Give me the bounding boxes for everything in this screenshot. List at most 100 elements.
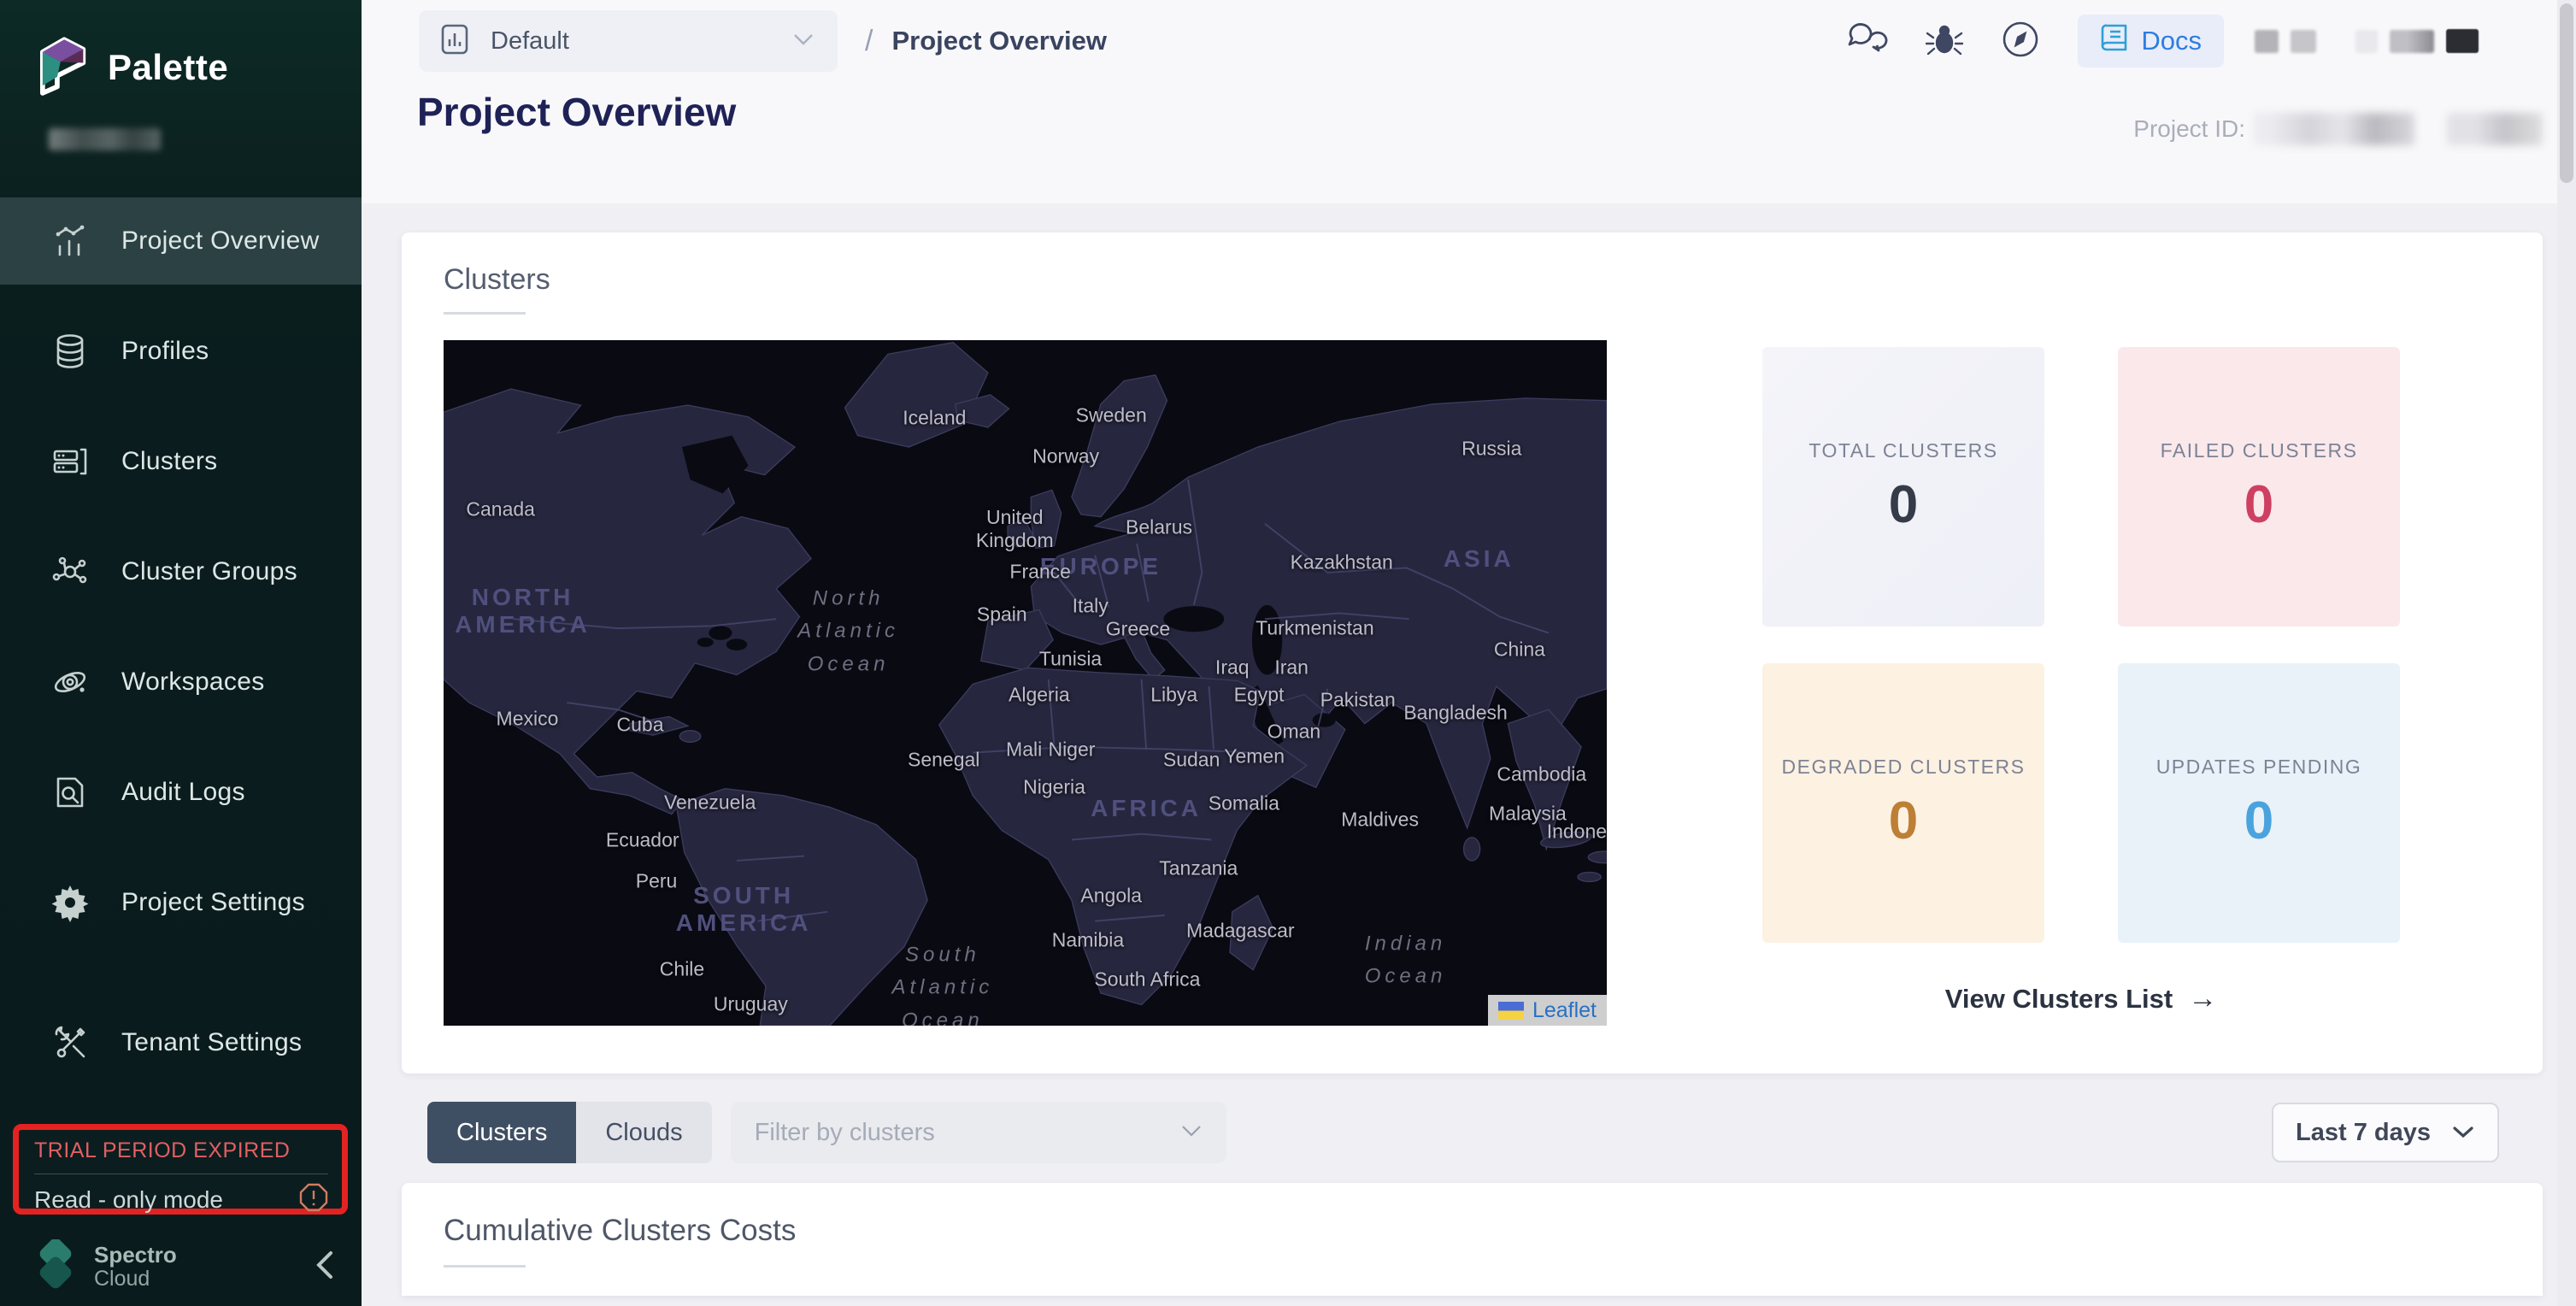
map-label-namibia: Namibia bbox=[1052, 928, 1124, 951]
map-label-turkmenistan: Turkmenistan bbox=[1256, 616, 1373, 639]
redacted-project-id bbox=[2447, 113, 2543, 145]
sidebar-item-label: Profiles bbox=[121, 337, 209, 366]
clusters-world-map[interactable]: IcelandSwedenNorwayRussiaCanadaUnited Ki… bbox=[444, 340, 1607, 1026]
filter-by-clusters-select[interactable]: Filter by clusters bbox=[731, 1102, 1226, 1163]
map-label-china: China bbox=[1494, 638, 1545, 661]
map-label-egypt: Egypt bbox=[1234, 684, 1285, 707]
map-label-uruguay: Uruguay bbox=[714, 993, 788, 1016]
stat-value: 0 bbox=[1889, 791, 1918, 851]
map-label-venezuela: Venezuela bbox=[664, 791, 756, 814]
map-label-north-america: NORTH AMERICA bbox=[455, 584, 591, 638]
docs-button[interactable]: Docs bbox=[2078, 15, 2224, 68]
bug-report-icon[interactable] bbox=[1926, 21, 1963, 62]
map-label-mali: Mali bbox=[1006, 738, 1042, 761]
chevron-down-icon bbox=[791, 32, 815, 51]
tools-icon bbox=[50, 1022, 91, 1063]
map-label-yemen: Yemen bbox=[1224, 744, 1285, 768]
sidebar-item-label: Workspaces bbox=[121, 668, 265, 697]
filter-tabs: ClustersClouds bbox=[427, 1102, 712, 1163]
project-selector[interactable]: Default bbox=[419, 10, 838, 72]
map-label-tanzania: Tanzania bbox=[1159, 856, 1238, 879]
tab-clouds[interactable]: Clouds bbox=[576, 1102, 711, 1163]
content: Clusters bbox=[362, 203, 2576, 1306]
map-label-cuba: Cuba bbox=[617, 713, 664, 736]
sidebar-item-label: Audit Logs bbox=[121, 778, 245, 807]
map-label-madagascar: Madagascar bbox=[1186, 919, 1295, 942]
chevron-down-icon bbox=[1180, 1124, 1203, 1142]
filter-bar: ClustersClouds Filter by clusters Last 7… bbox=[427, 1102, 2543, 1163]
chat-icon[interactable] bbox=[1847, 21, 1888, 62]
map-label-africa: AFRICA bbox=[1091, 795, 1202, 822]
leaflet-attribution[interactable]: Leaflet bbox=[1488, 995, 1607, 1026]
costs-card-title: Cumulative Clusters Costs bbox=[444, 1214, 2543, 1248]
view-clusters-list-link[interactable]: View Clusters List → bbox=[1762, 982, 2400, 1015]
main-area: Default / Project Overview bbox=[362, 0, 2576, 1306]
server-icon bbox=[50, 441, 91, 482]
stat-label: DEGRADED CLUSTERS bbox=[1782, 756, 2026, 779]
redacted-project-id bbox=[2254, 113, 2414, 145]
map-label-pakistan: Pakistan bbox=[1320, 689, 1396, 712]
brand-name: Palette bbox=[108, 47, 228, 88]
tab-clusters[interactable]: Clusters bbox=[427, 1102, 576, 1163]
date-range-select[interactable]: Last 7 days bbox=[2272, 1103, 2499, 1162]
costs-card: Cumulative Clusters Costs bbox=[402, 1183, 2543, 1296]
map-label-south-atlantic-ocean: South Atlantic Ocean bbox=[892, 938, 994, 1026]
map-label-canada: Canada bbox=[466, 498, 535, 521]
map-label-bangladesh: Bangladesh bbox=[1403, 702, 1508, 725]
redacted-avatar bbox=[2446, 29, 2479, 53]
map-label-belarus: Belarus bbox=[1126, 515, 1192, 538]
spectro-cloud-logo bbox=[32, 1239, 80, 1295]
orbit-icon bbox=[50, 662, 91, 703]
stats-grid: TOTAL CLUSTERS 0 FAILED CLUSTERS 0 DEGRADED … bbox=[1762, 347, 2400, 943]
sidebar-item-project-overview[interactable]: Project Overview bbox=[0, 197, 362, 285]
breadcrumb-current[interactable]: Project Overview bbox=[891, 26, 1107, 56]
stat-label: TOTAL CLUSTERS bbox=[1808, 439, 1997, 462]
redacted-block bbox=[2291, 30, 2316, 53]
title-underline bbox=[444, 312, 526, 315]
map-label-libya: Libya bbox=[1150, 684, 1197, 707]
title-underline bbox=[444, 1265, 526, 1268]
sidebar-item-project-settings[interactable]: Project Settings bbox=[0, 859, 362, 946]
map-label-south-africa: South Africa bbox=[1094, 968, 1200, 991]
map-label-niger: Niger bbox=[1048, 738, 1095, 761]
sidebar-item-cluster-groups[interactable]: Cluster Groups bbox=[0, 528, 362, 615]
map-label-kazakhstan: Kazakhstan bbox=[1291, 550, 1393, 574]
sidebar-item-audit-logs[interactable]: Audit Logs bbox=[0, 749, 362, 836]
app-root: Palette Project Overview Profiles Clusters… bbox=[0, 0, 2576, 1306]
map-label-united-kingdom: United Kingdom bbox=[976, 506, 1054, 552]
map-label-france: France bbox=[1009, 561, 1071, 584]
sidebar-item-clusters[interactable]: Clusters bbox=[0, 418, 362, 505]
redacted-user-area bbox=[2255, 29, 2479, 53]
page-scrollbar[interactable] bbox=[2557, 0, 2576, 1306]
map-label-iraq: Iraq bbox=[1215, 656, 1250, 679]
view-clusters-list-label: View Clusters List bbox=[1945, 984, 2173, 1015]
stat-value: 0 bbox=[2244, 474, 2273, 535]
clusters-card-title: Clusters bbox=[444, 263, 2543, 297]
date-range-value: Last 7 days bbox=[2296, 1119, 2431, 1147]
nodes-icon bbox=[50, 551, 91, 592]
explore-compass-icon[interactable] bbox=[2001, 20, 2040, 63]
sidebar-item-tenant-settings[interactable]: Tenant Settings bbox=[0, 999, 362, 1086]
sidebar-menu: Project Overview Profiles Clusters Cluster … bbox=[0, 197, 362, 1109]
breadcrumb-separator: / bbox=[865, 25, 873, 58]
brand: Palette bbox=[0, 0, 362, 102]
topbar: Default / Project Overview bbox=[362, 0, 2576, 82]
sidebar-item-workspaces[interactable]: Workspaces bbox=[0, 638, 362, 726]
map-label-iran: Iran bbox=[1274, 656, 1309, 679]
sidebar-item-label: Project Settings bbox=[121, 888, 305, 917]
stat-label: FAILED CLUSTERS bbox=[2161, 439, 2358, 462]
map-label-angola: Angola bbox=[1080, 885, 1142, 908]
map-label-indonesia: Indonesia bbox=[1547, 821, 1607, 844]
stat-value: 0 bbox=[2244, 791, 2273, 851]
sidebar-item-label: Cluster Groups bbox=[121, 557, 297, 586]
redacted-block bbox=[2390, 30, 2434, 53]
database-icon bbox=[50, 331, 91, 372]
map-label-peru: Peru bbox=[636, 869, 678, 892]
sidebar-collapse-icon[interactable] bbox=[314, 1248, 336, 1286]
stat-value: 0 bbox=[1889, 474, 1918, 535]
map-label-nigeria: Nigeria bbox=[1023, 775, 1085, 798]
sidebar-item-profiles[interactable]: Profiles bbox=[0, 308, 362, 395]
leaflet-label: Leaflet bbox=[1532, 998, 1597, 1023]
map-label-spain: Spain bbox=[977, 603, 1027, 626]
scrollbar-thumb[interactable] bbox=[2560, 3, 2573, 183]
